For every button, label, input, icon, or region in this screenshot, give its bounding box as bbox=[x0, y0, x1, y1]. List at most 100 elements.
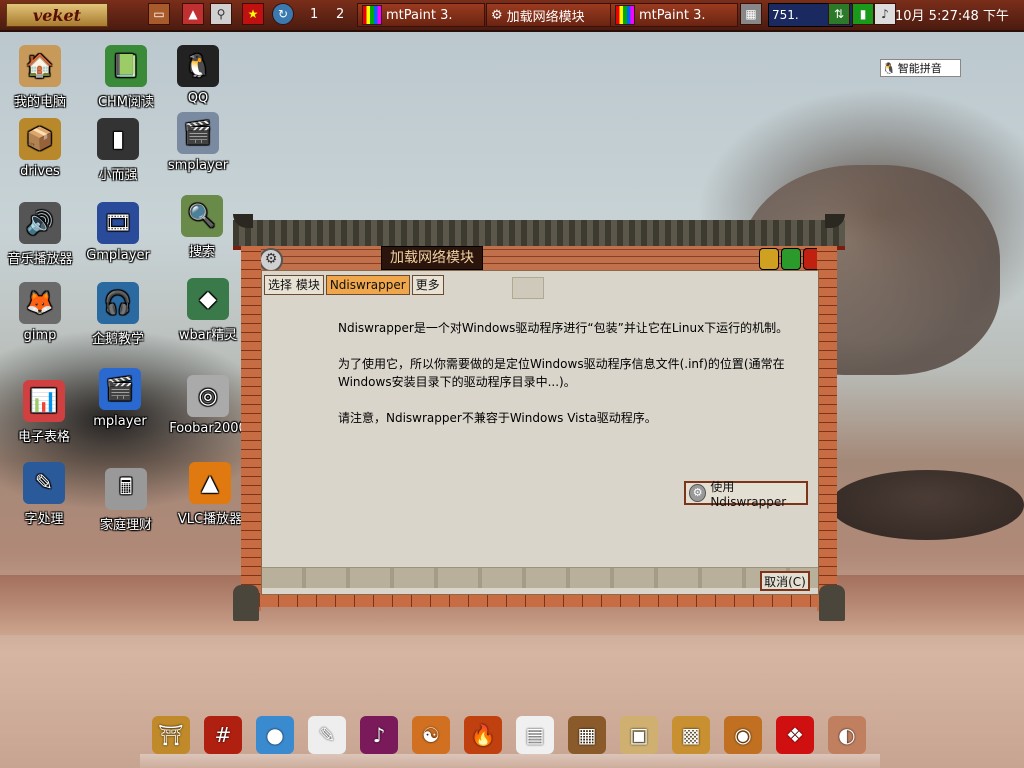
dock-shelf bbox=[140, 754, 880, 768]
use-ndiswrapper-button[interactable]: ⚙ 使用Ndiswrapper bbox=[684, 480, 808, 509]
lattice-ornament bbox=[512, 277, 544, 299]
tab-select-module[interactable]: 选择 模块 bbox=[264, 275, 324, 295]
desktop-icon-label: drives bbox=[20, 164, 60, 179]
workspace-1[interactable]: 1 bbox=[310, 3, 318, 25]
book-icon: 📗 bbox=[105, 45, 147, 87]
dock-yin-yang-icon[interactable]: ☯ bbox=[412, 716, 450, 754]
title-bar[interactable]: ⚙ 加载网络模块 bbox=[241, 246, 837, 272]
dock-globe-icon[interactable]: ● bbox=[256, 716, 294, 754]
use-ndiswrapper-label: 使用Ndiswrapper bbox=[710, 479, 787, 509]
dock-palace-icon[interactable]: ⛩ bbox=[152, 716, 190, 754]
usb-stick-icon: ▮ bbox=[97, 118, 139, 160]
top-panel: veket ▭ ▲ ⚲ ★ ↻ 1 2 mtPaint 3. ⚙ 加载网络模块 … bbox=[0, 0, 1024, 32]
desktop-icon-label: 小而强 bbox=[98, 168, 138, 183]
volume-icon[interactable]: ♪ bbox=[874, 3, 896, 25]
tab-ndiswrapper[interactable]: Ndiswrapper bbox=[325, 275, 410, 295]
penguin-icon: 🐧 bbox=[177, 45, 219, 87]
desktop-icon[interactable]: 🎧 企鹅教学 bbox=[78, 282, 158, 347]
desktop-icon[interactable]: 📗 CHM阅读 bbox=[86, 45, 166, 110]
network-module-dialog: ⚙ 加载网络模块 选择 模块 Ndiswrapper 更多 Ndiswrappe… bbox=[233, 214, 845, 625]
maximize-lantern-icon[interactable] bbox=[781, 248, 801, 270]
taskbar-button-mtpaint-2[interactable]: mtPaint 3. bbox=[610, 3, 738, 27]
desktop-icon-label: 我的电脑 bbox=[13, 95, 66, 110]
desktop-icon-label: 音乐播放器 bbox=[7, 252, 73, 267]
desktop-icon[interactable]: 🦊 gimp bbox=[0, 282, 80, 343]
cancel-button[interactable]: 取消(C) bbox=[760, 571, 810, 591]
desktop-icon[interactable]: 🖩 家庭理财 bbox=[86, 468, 166, 533]
desktop-icon[interactable]: ✎ 字处理 bbox=[4, 462, 84, 527]
desktop-icon[interactable]: 📦 drives bbox=[0, 118, 80, 179]
desktop-icon[interactable]: 🎞 Gmplayer bbox=[78, 202, 158, 263]
desktop-icon-label: gimp bbox=[23, 328, 57, 343]
taskbar-button-network-module[interactable]: ⚙ 加载网络模块 bbox=[486, 3, 614, 27]
desktop-icon-label: mplayer bbox=[93, 414, 147, 429]
desktop-icon[interactable]: 🏠 我的电脑 bbox=[0, 45, 80, 110]
desktop-icon-label: 搜索 bbox=[188, 245, 215, 260]
dock-music-disc-icon[interactable]: ♪ bbox=[360, 716, 398, 754]
dock-painting-icon[interactable]: ▣ bbox=[620, 716, 658, 754]
gimp-icon: 🦊 bbox=[19, 282, 61, 324]
window-title: 加载网络模块 bbox=[381, 246, 483, 270]
penguin-icon: 🐧 bbox=[882, 61, 896, 75]
desktop-icon-label: 电子表格 bbox=[17, 430, 70, 445]
dock-fire-icon[interactable]: 🔥 bbox=[464, 716, 502, 754]
workspace-2[interactable]: 2 bbox=[336, 3, 344, 25]
speakers-icon: ◎ bbox=[187, 375, 229, 417]
gear-icon: ⚙ bbox=[491, 7, 503, 23]
battery-icon[interactable]: ▮ bbox=[852, 3, 874, 25]
brick-frame-right bbox=[817, 246, 837, 611]
task-label: mtPaint 3. bbox=[386, 7, 453, 23]
boxes-icon: 📦 bbox=[19, 118, 61, 160]
dock-mooncake-icon[interactable]: ◉ bbox=[724, 716, 762, 754]
tux-headphones-icon: 🎧 bbox=[97, 282, 139, 324]
desktop-icon-label: CHM阅读 bbox=[97, 95, 155, 110]
dock-package-icon[interactable]: ▩ bbox=[672, 716, 710, 754]
kite-icon: ◆ bbox=[187, 278, 229, 320]
desktop-icon[interactable]: ▮ 小而强 bbox=[78, 118, 158, 183]
brick-frame-bottom bbox=[241, 593, 837, 607]
desktop-icon[interactable]: 🔍 搜索 bbox=[162, 195, 242, 260]
desktop-icon-label: 家庭理财 bbox=[99, 518, 152, 533]
paragraph-note: 请注意，Ndiswrapper不兼容于Windows Vista驱动程序。 bbox=[338, 411, 657, 425]
desktop-icon[interactable]: 🎬 mplayer bbox=[80, 368, 160, 429]
desktop-icon[interactable]: 🐧 QQ bbox=[158, 45, 238, 106]
china-flag-icon[interactable]: ★ bbox=[242, 3, 264, 25]
dock-abacus-icon[interactable]: ▦ bbox=[568, 716, 606, 754]
dock-document-icon[interactable]: ▤ bbox=[516, 716, 554, 754]
spreadsheet-icon: 📊 bbox=[23, 380, 65, 422]
keyboard-icon[interactable]: ▦ bbox=[740, 3, 762, 25]
veket-menu-button[interactable]: veket bbox=[6, 3, 108, 27]
minimize-lantern-icon[interactable] bbox=[759, 248, 779, 270]
magnifier-icon[interactable]: ⚲ bbox=[210, 3, 232, 25]
network-icon[interactable]: ⇅ bbox=[828, 3, 850, 25]
desktop-icon-label: 企鹅教学 bbox=[91, 332, 144, 347]
dock-notepad-icon[interactable]: ✎ bbox=[308, 716, 346, 754]
task-label: mtPaint 3. bbox=[639, 7, 706, 23]
desktop-icon[interactable]: 🎬 smplayer bbox=[158, 112, 238, 173]
refresh-icon[interactable]: ↻ bbox=[272, 3, 294, 25]
house-icon: 🏠 bbox=[19, 45, 61, 87]
tab-bar: 选择 模块 Ndiswrapper 更多 bbox=[264, 275, 444, 295]
dock-chinese-knot-icon[interactable]: ❖ bbox=[776, 716, 814, 754]
desktop-icon[interactable]: 🔊 音乐播放器 bbox=[0, 202, 80, 267]
calculator-icon: 🖩 bbox=[105, 468, 147, 510]
description-text: Ndiswrapper是一个对Windows驱动程序进行“包装”并让它在Linu… bbox=[338, 319, 798, 445]
ime-indicator[interactable]: 🐧 智能拼音 bbox=[880, 59, 961, 77]
stone-lion-left bbox=[233, 585, 259, 621]
dock-red-book-icon[interactable]: # bbox=[204, 716, 242, 754]
clock: 10月 5:27:48 下午 bbox=[895, 8, 1009, 24]
tab-more[interactable]: 更多 bbox=[411, 275, 444, 295]
show-desktop-icon[interactable]: ▭ bbox=[148, 3, 170, 25]
desktop-icon-label: Gmplayer bbox=[86, 248, 150, 263]
search-photo-icon: 🔍 bbox=[181, 195, 223, 237]
dock-fan-icon[interactable]: ◐ bbox=[828, 716, 866, 754]
taskbar-button-mtpaint-1[interactable]: mtPaint 3. bbox=[357, 3, 485, 27]
stone-lion-right bbox=[819, 585, 845, 621]
desktop-icon[interactable]: 📊 电子表格 bbox=[4, 380, 84, 445]
writer-icon: ✎ bbox=[23, 462, 65, 504]
desktop-icon-label: QQ bbox=[187, 91, 209, 106]
window-menu-gear-icon[interactable]: ⚙ bbox=[259, 248, 283, 272]
mtpaint-icon bbox=[362, 5, 382, 25]
alarm-icon[interactable]: ▲ bbox=[182, 3, 204, 25]
ime-label: 智能拼音 bbox=[897, 62, 942, 75]
